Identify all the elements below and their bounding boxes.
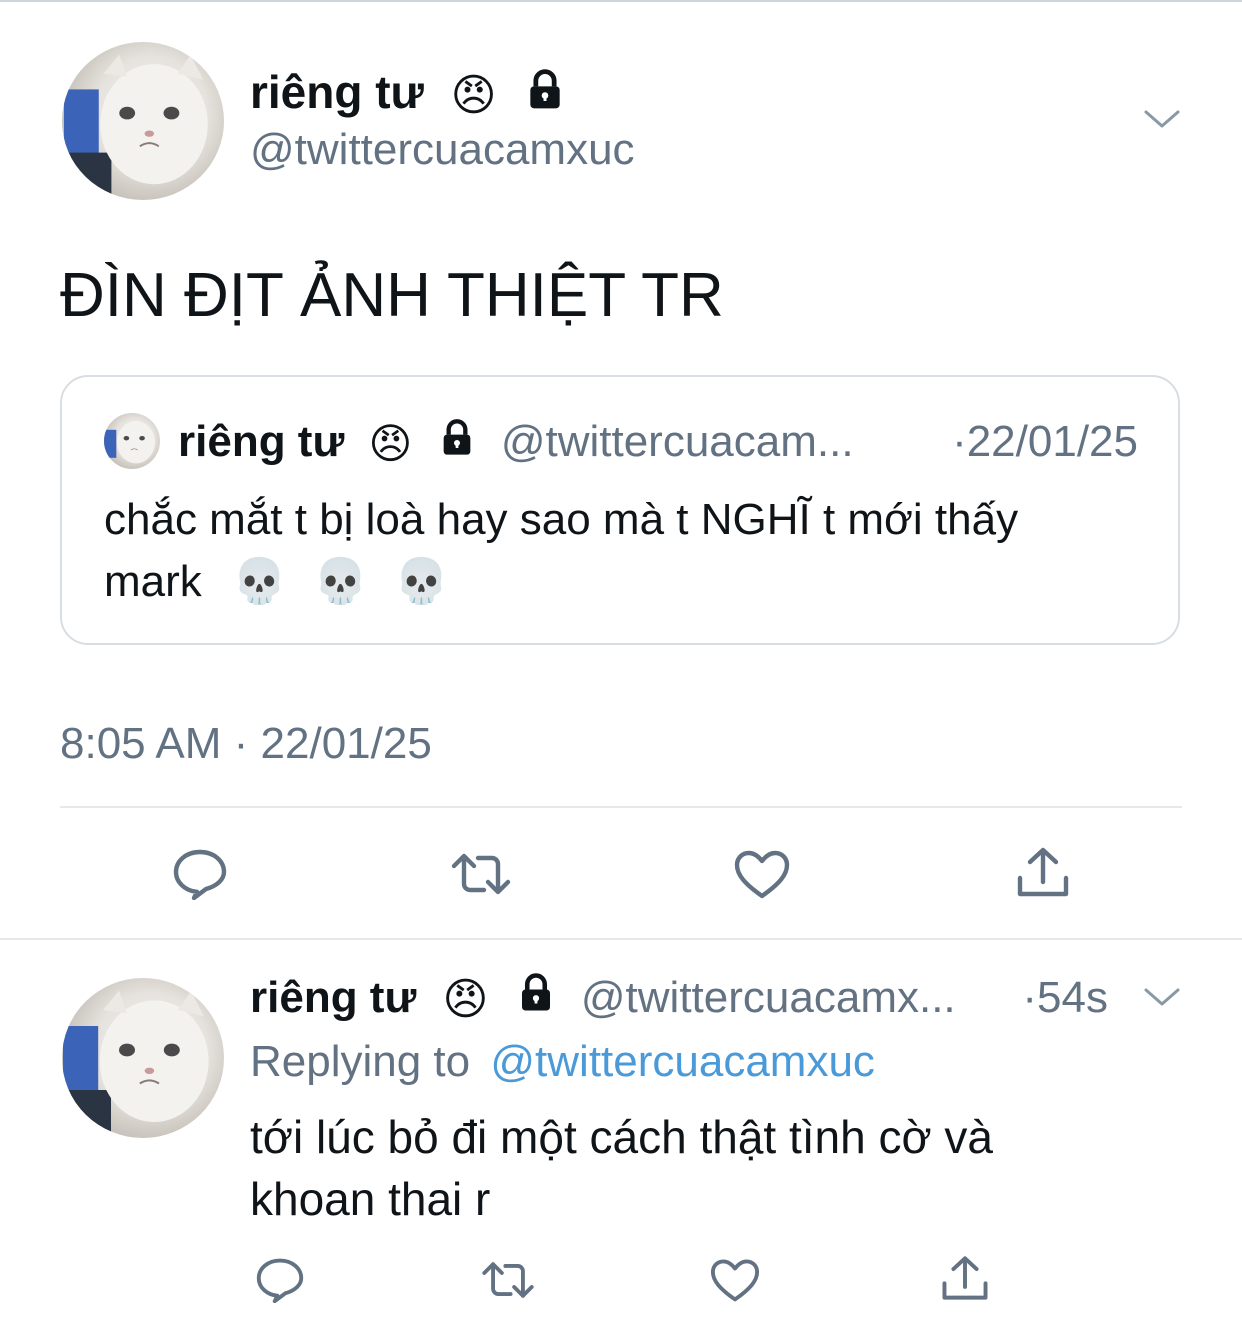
lock-icon bbox=[437, 415, 477, 473]
tweet-separator bbox=[0, 938, 1242, 940]
replying-to-row: Replying to @twittercuacamxuc bbox=[250, 1034, 875, 1090]
lock-icon bbox=[515, 970, 557, 1030]
display-name[interactable]: riêng tư bbox=[250, 66, 424, 118]
handle[interactable]: @twittercuacamxuc bbox=[250, 124, 635, 176]
quoted-text-line2-row: mark 💀 💀 💀 bbox=[104, 554, 449, 610]
skull-emoji: 💀 bbox=[313, 557, 368, 606]
reply-icon[interactable] bbox=[170, 846, 230, 902]
tweet-text: ĐÌN ĐỊT ẢNH THIỆT TR bbox=[60, 261, 724, 330]
reply-text-line2: khoan thai r bbox=[250, 1173, 491, 1225]
reply-display-name[interactable]: riêng tư bbox=[250, 973, 416, 1022]
quoted-display-name: riêng tư bbox=[178, 417, 345, 466]
quoted-avatar bbox=[104, 413, 160, 469]
quoted-author-row: riêng tư 😠 @twittercuacam... bbox=[178, 413, 854, 473]
divider bbox=[60, 806, 1182, 808]
cat-avatar-image bbox=[63, 990, 209, 1138]
quoted-date: ·22/01/25 bbox=[952, 417, 1138, 466]
reply-avatar[interactable] bbox=[62, 978, 224, 1138]
quoted-text-line1: chắc mắt t bị loà hay sao mà t NGHĨ t mớ… bbox=[104, 495, 1019, 544]
tweet-timestamp[interactable]: 8:05 AM · 22/01/25 bbox=[60, 716, 432, 772]
lock-icon bbox=[523, 66, 567, 126]
avatar[interactable] bbox=[62, 42, 224, 200]
reply-author-row: riêng tư 😠 @twittercuacamx... bbox=[250, 968, 956, 1030]
reply-icon[interactable] bbox=[254, 1256, 306, 1304]
reply-handle[interactable]: @twittercuacamx... bbox=[581, 973, 956, 1022]
angry-face-emoji: 😠 bbox=[368, 420, 413, 468]
cat-avatar-image bbox=[64, 54, 208, 200]
like-icon[interactable] bbox=[730, 846, 794, 902]
replying-to-handle[interactable]: @twittercuacamxuc bbox=[490, 1037, 875, 1086]
cat-avatar-image bbox=[104, 420, 155, 464]
reply-text-line1: tới lúc bỏ đi một cách thật tình cờ và bbox=[250, 1111, 994, 1163]
share-icon[interactable] bbox=[1012, 842, 1074, 902]
share-icon[interactable] bbox=[938, 1252, 992, 1304]
reply-time: ·54s bbox=[1022, 973, 1108, 1022]
quoted-text-line2: mark bbox=[104, 557, 202, 606]
skull-emoji: 💀 bbox=[394, 557, 449, 606]
quoted-handle: @twittercuacam... bbox=[500, 417, 854, 466]
skull-emoji: 💀 bbox=[232, 557, 287, 606]
angry-face-emoji: 😠 bbox=[450, 70, 497, 120]
chevron-down-icon[interactable] bbox=[1142, 982, 1182, 1017]
angry-face-emoji: 😠 bbox=[442, 975, 489, 1025]
main-author-row: riêng tư 😠 bbox=[250, 62, 567, 126]
chevron-down-icon[interactable] bbox=[1142, 104, 1182, 139]
like-icon[interactable] bbox=[708, 1256, 762, 1304]
retweet-icon[interactable] bbox=[446, 846, 516, 902]
top-divider bbox=[0, 0, 1242, 2]
replying-to-label: Replying to bbox=[250, 1037, 471, 1086]
retweet-icon[interactable] bbox=[478, 1256, 538, 1304]
